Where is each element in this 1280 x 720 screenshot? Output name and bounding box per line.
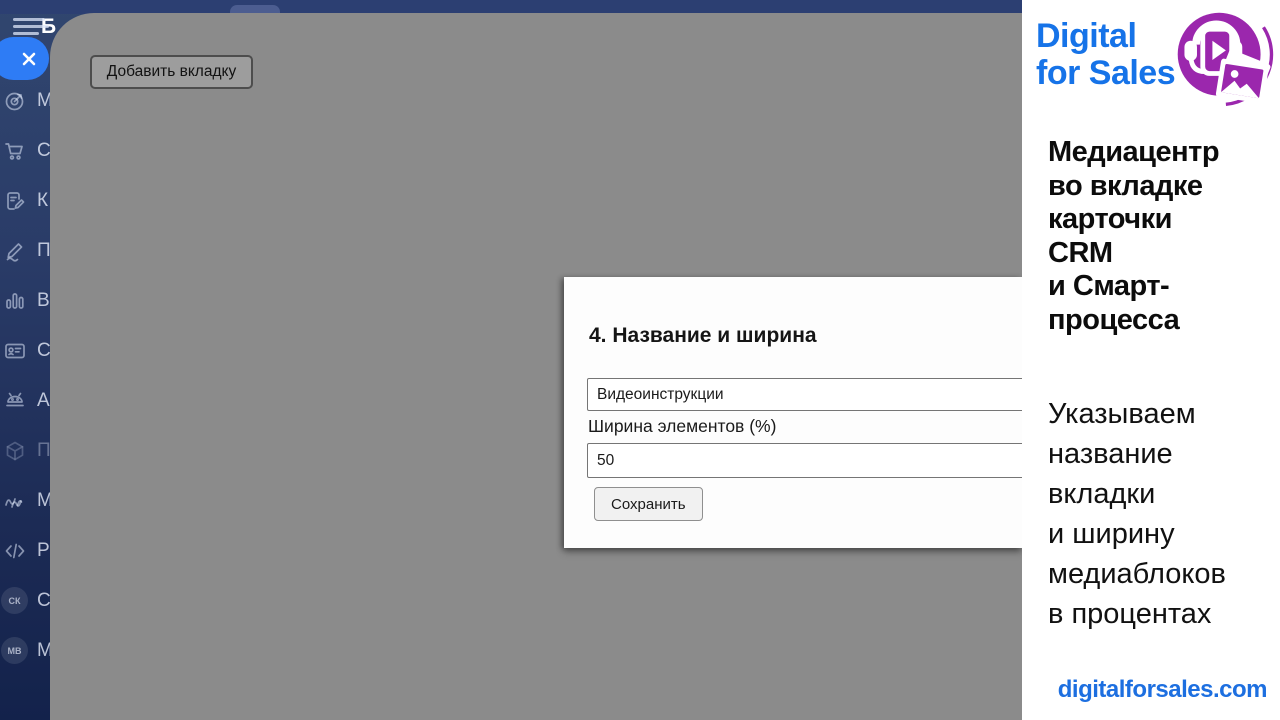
sidebar-item-label: К: [37, 190, 49, 211]
sidebar-item-label: П: [37, 440, 51, 461]
save-button[interactable]: Сохранить: [594, 487, 703, 521]
width-label: Ширина элементов (%): [588, 416, 777, 436]
sidebar-item-label: С: [37, 590, 51, 611]
top-bar: [0, 0, 1022, 14]
sk-badge-icon: СК: [1, 587, 28, 614]
tab-settings-dialog: 4. Название и ширина Ширина элементов (%…: [564, 277, 1022, 548]
close-banner-button[interactable]: [0, 37, 49, 80]
sidebar-item-label: С: [37, 140, 51, 161]
waves-icon: [5, 498, 23, 508]
sidebar-item-label: П: [37, 240, 51, 261]
sidebar-item-label: В: [37, 290, 50, 311]
sidebar-item-label: А: [37, 390, 50, 411]
document-icon: [7, 192, 25, 210]
pencil-icon: [6, 243, 23, 262]
cart-icon: [5, 143, 23, 160]
bar-chart-icon: [6, 293, 24, 309]
tab-name-input[interactable]: [587, 378, 1022, 411]
mv-badge-icon: МВ: [1, 637, 28, 664]
promo-heading: Медиацентр во вкладке карточки CRM и Сма…: [1048, 136, 1220, 336]
sidebar-item-label: Р: [37, 540, 50, 561]
width-input[interactable]: [587, 443, 1022, 478]
robot-icon: [6, 392, 24, 407]
media-logo-icon: [1177, 12, 1274, 107]
dialog-title: 4. Название и ширина: [589, 324, 817, 347]
promo-panel: Digital for Sales Медиацентр во вкладке …: [1022, 0, 1280, 720]
promo-description: Указываем название вкладки и ширину меди…: [1048, 398, 1226, 630]
brand-line-2: for Sales: [1036, 54, 1176, 92]
code-icon: [5, 543, 25, 559]
close-icon: [22, 52, 36, 65]
brand-wordmark: Digital for Sales: [1036, 17, 1176, 92]
add-tab-button[interactable]: Добавить вкладку: [90, 55, 253, 89]
brand-line-1: Digital: [1036, 17, 1137, 55]
hamburger-menu-icon[interactable]: [13, 18, 49, 37]
sidebar-item-label: С: [37, 340, 51, 361]
cube-icon: [6, 441, 24, 461]
target-icon: [5, 92, 24, 111]
contact-card-icon: [5, 343, 25, 359]
website-link[interactable]: digitalforsales.com: [1058, 676, 1268, 704]
